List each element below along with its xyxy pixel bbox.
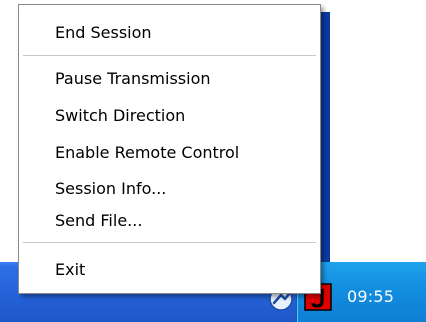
menu-item-exit[interactable]: Exit <box>19 256 320 284</box>
taskbar-clock[interactable]: 09:55 <box>347 287 394 306</box>
menu-item-pause-transmission[interactable]: Pause Transmission <box>19 65 320 93</box>
menu-item-session-info[interactable]: Session Info... <box>19 175 320 203</box>
menu-item-send-file[interactable]: Send File... <box>19 207 320 235</box>
menu-item-enable-remote-control[interactable]: Enable Remote Control <box>19 139 320 167</box>
menu-item-end-session[interactable]: End Session <box>19 19 320 47</box>
menu-item-switch-direction[interactable]: Switch Direction <box>19 102 320 130</box>
menu-separator <box>23 55 316 56</box>
tray-context-menu: End Session Pause Transmission Switch Di… <box>18 4 321 294</box>
menu-separator <box>23 242 316 243</box>
